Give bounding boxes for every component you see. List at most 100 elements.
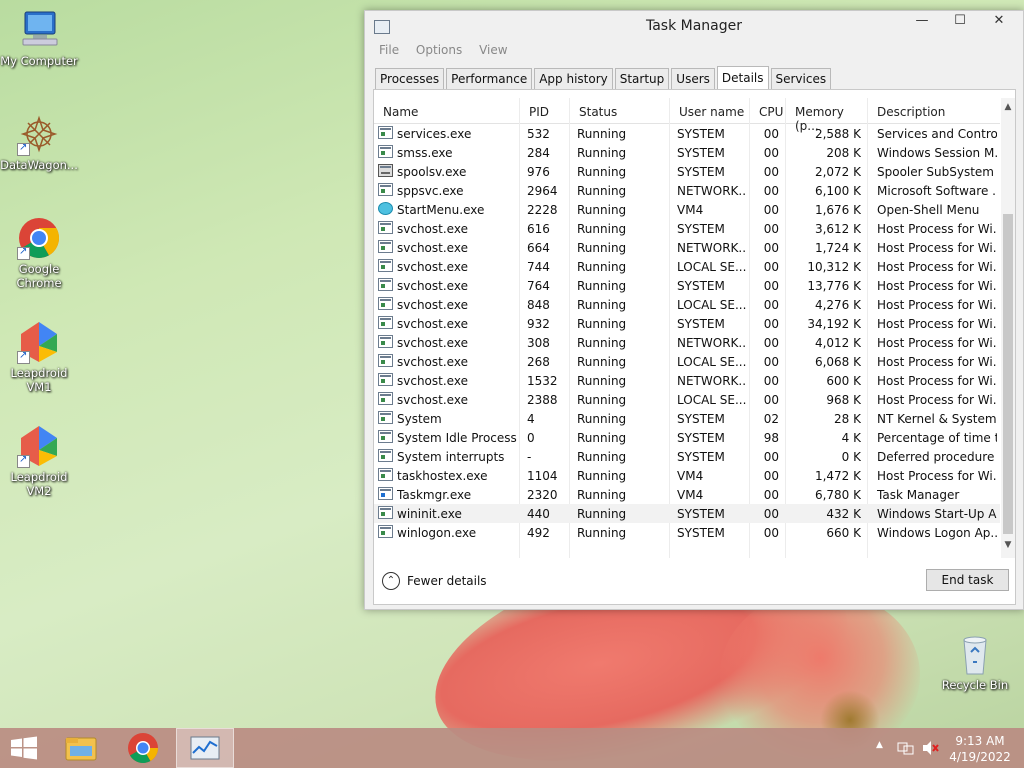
desktop-icon-my-computer[interactable]: My Computer (0, 8, 78, 68)
table-row[interactable]: System Idle Process 0 Running SYSTEM 98 4 K Pe… (374, 428, 1000, 447)
desktop-icon-google-chrome[interactable]: Google Chrome (0, 216, 78, 290)
column-header-cpu[interactable]: CPU (749, 98, 785, 124)
cell-cpu: 00 (763, 241, 779, 255)
table-row[interactable]: winlogon.exe 492 Running SYSTEM 00 660 K Windo… (374, 523, 1000, 542)
tab-strip: Processes Performance App history Startu… (375, 66, 833, 90)
cell-name: svchost.exe (397, 336, 468, 350)
scroll-up-icon[interactable]: ▲ (1001, 102, 1015, 118)
process-icon (378, 183, 393, 196)
table-row[interactable]: Taskmgr.exe 2320 Running VM4 00 6,780 K Task M… (374, 485, 1000, 504)
tab-details[interactable]: Details (716, 66, 769, 90)
cell-mem: 1,676 K (814, 203, 861, 217)
cell-mem: 13,776 K (807, 279, 861, 293)
menu-view[interactable]: View (479, 43, 507, 57)
tab-startup[interactable]: Startup (614, 68, 670, 90)
process-icon (378, 335, 393, 348)
cell-user: VM4 (677, 469, 704, 483)
show-hidden-icons-icon[interactable]: ▲ (876, 740, 886, 768)
system-clock[interactable]: 9:13 AM 4/19/2022 (945, 733, 1015, 765)
cell-user: SYSTEM (677, 165, 725, 179)
tab-performance[interactable]: Performance (446, 68, 533, 90)
vertical-scrollbar[interactable]: ▲ ▼ (1001, 98, 1015, 558)
cell-desc: Windows Session M... (877, 146, 997, 160)
column-header-memory[interactable]: Memory (p... (785, 98, 867, 133)
cell-name: StartMenu.exe (397, 203, 485, 217)
process-icon (378, 411, 393, 424)
desktop-icon-leapdroid-vm1[interactable]: Leapdroid VM1 (0, 320, 78, 394)
table-row[interactable]: spoolsv.exe 976 Running SYSTEM 00 2,072 K Spoo… (374, 162, 1000, 181)
close-button[interactable]: ✕ (977, 13, 1021, 35)
scroll-down-icon[interactable]: ▼ (1001, 540, 1015, 556)
taskbar-chrome[interactable] (114, 728, 172, 768)
table-row[interactable]: svchost.exe 848 Running LOCAL SE... 00 4,276 … (374, 295, 1000, 314)
cell-mem: 10,312 K (807, 260, 861, 274)
table-row[interactable]: services.exe 532 Running SYSTEM 00 2,588 K Ser… (374, 124, 1000, 143)
tab-app-history[interactable]: App history (534, 68, 613, 90)
table-row[interactable]: System 4 Running SYSTEM 02 28 K NT Kernel & Sy… (374, 409, 1000, 428)
cell-cpu: 98 (763, 431, 779, 445)
cell-user: NETWORK... (677, 184, 747, 198)
cell-name: svchost.exe (397, 279, 468, 293)
table-row[interactable]: svchost.exe 616 Running SYSTEM 00 3,612 K Host… (374, 219, 1000, 238)
fewer-details-link[interactable]: Fewer details (407, 574, 487, 588)
cell-user: SYSTEM (677, 222, 725, 236)
cell-user: NETWORK... (677, 241, 747, 255)
desktop-icon-recycle-bin[interactable]: Recycle Bin (936, 632, 1014, 692)
tab-processes[interactable]: Processes (375, 68, 445, 90)
table-row[interactable]: svchost.exe 268 Running LOCAL SE... 00 6,068 … (374, 352, 1000, 371)
chevron-up-icon[interactable]: ⌃ (382, 572, 400, 590)
leapdroid-icon (17, 424, 61, 468)
cell-name: Taskmgr.exe (397, 488, 472, 502)
network-icon[interactable] (897, 740, 915, 768)
table-row[interactable]: smss.exe 284 Running SYSTEM 00 208 K Windows S… (374, 143, 1000, 162)
cell-desc: Host Process for Wi... (877, 279, 997, 293)
cell-pid: 2320 (527, 488, 558, 502)
minimize-button[interactable]: — (905, 13, 939, 35)
table-row[interactable]: svchost.exe 664 Running NETWORK... 00 1,724 K… (374, 238, 1000, 257)
desktop-icon-datawagon[interactable]: DataWagon... (0, 112, 78, 172)
menu-options[interactable]: Options (416, 43, 462, 57)
column-header-name[interactable]: ˄ Name (374, 98, 519, 124)
table-row[interactable]: svchost.exe 1532 Running NETWORK... 00 600 K H… (374, 371, 1000, 390)
shortcut-arrow-icon (17, 245, 30, 260)
cell-pid: 616 (527, 222, 550, 236)
tab-services[interactable]: Services (770, 68, 832, 90)
end-task-button[interactable]: End task (926, 569, 1009, 591)
cell-pid: 1532 (527, 374, 558, 388)
taskbar-task-manager[interactable] (176, 728, 234, 768)
taskbar-file-explorer[interactable] (52, 728, 110, 768)
column-header-status[interactable]: Status (569, 98, 669, 124)
cell-mem: 208 K (826, 146, 861, 160)
cell-name: winlogon.exe (397, 526, 477, 540)
title-bar[interactable]: Task Manager — ☐ ✕ (365, 11, 1023, 43)
scroll-thumb[interactable] (1003, 214, 1013, 534)
table-row[interactable]: taskhostex.exe 1104 Running VM4 00 1,472 K Hos… (374, 466, 1000, 485)
menu-file[interactable]: File (379, 43, 399, 57)
desktop-icon-leapdroid-vm2[interactable]: Leapdroid VM2 (0, 424, 78, 498)
process-icon (378, 240, 393, 253)
cell-mem: 1,724 K (814, 241, 861, 255)
table-row[interactable]: System interrupts - Running SYSTEM 00 0 K Defe… (374, 447, 1000, 466)
table-row[interactable]: svchost.exe 308 Running NETWORK... 00 4,012 K… (374, 333, 1000, 352)
start-button[interactable] (0, 728, 58, 768)
tab-users[interactable]: Users (671, 68, 715, 90)
cell-name: svchost.exe (397, 355, 468, 369)
cell-name: sppsvc.exe (397, 184, 464, 198)
table-row[interactable]: wininit.exe 440 Running SYSTEM 00 432 K Window… (374, 504, 1000, 523)
table-row[interactable]: StartMenu.exe 2228 Running VM4 00 1,676 K Open… (374, 200, 1000, 219)
column-header-user-name[interactable]: User name (669, 98, 749, 124)
table-row[interactable]: sppsvc.exe 2964 Running NETWORK... 00 6,100 K… (374, 181, 1000, 200)
column-header-description[interactable]: Description (867, 98, 1000, 124)
cell-mem: 2,072 K (814, 165, 861, 179)
table-row[interactable]: svchost.exe 932 Running SYSTEM 00 34,192 K Hos… (374, 314, 1000, 333)
cell-status: Running (577, 374, 627, 388)
cell-user: LOCAL SE... (677, 355, 747, 369)
table-row[interactable]: svchost.exe 764 Running SYSTEM 00 13,776 K Hos… (374, 276, 1000, 295)
volume-muted-icon[interactable] (921, 740, 939, 768)
table-row[interactable]: svchost.exe 744 Running LOCAL SE... 00 10,312… (374, 257, 1000, 276)
column-header-pid[interactable]: PID (519, 98, 569, 124)
maximize-button[interactable]: ☐ (943, 13, 977, 35)
cell-name: svchost.exe (397, 298, 468, 312)
table-row[interactable]: svchost.exe 2388 Running LOCAL SE... 00 968 K… (374, 390, 1000, 409)
desktop-icon-label: Google Chrome (16, 262, 62, 290)
